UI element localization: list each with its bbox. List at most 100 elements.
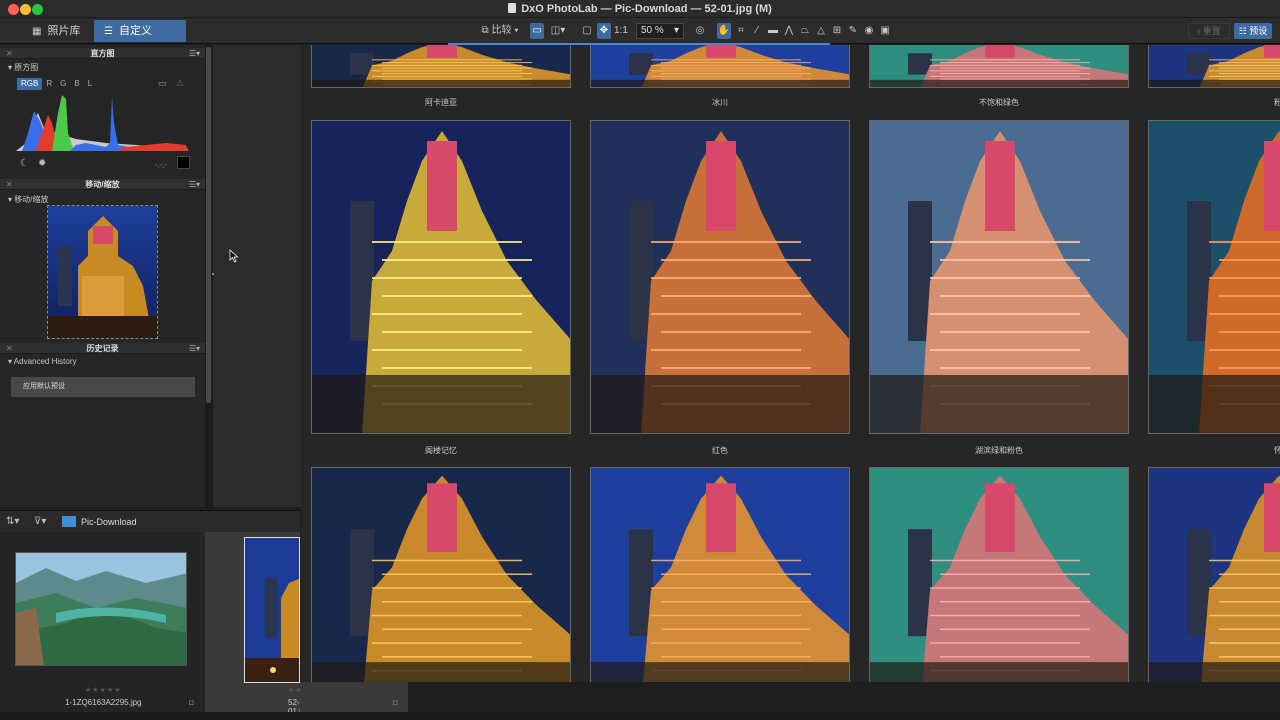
close-icon[interactable]: ✕: [6, 48, 13, 59]
panel-menu-icon[interactable]: ☰▾: [189, 179, 200, 190]
channel-g[interactable]: G: [56, 78, 70, 90]
horizon-tool-button[interactable]: ▬: [766, 23, 780, 39]
ratio-one-to-one-button[interactable]: 1:1: [613, 23, 629, 39]
histogram-chart: [16, 95, 188, 151]
preview-toggle-button[interactable]: ◉: [862, 23, 876, 39]
picker-tool-button[interactable]: ⁄: [750, 23, 764, 39]
scrollbar-thumb[interactable]: [206, 47, 211, 403]
camera-icon: ◘: [393, 698, 398, 707]
preset-thumbnail[interactable]: [1148, 45, 1280, 88]
preset-label: 阁楼记忆: [425, 446, 457, 455]
preset-thumbnail[interactable]: [869, 120, 1129, 434]
local-adjust-button[interactable]: ⊞: [830, 23, 844, 39]
preset-label: 湖滨绿和粉色: [975, 446, 1023, 455]
preset-preview-image: [1149, 45, 1280, 87]
mask-toggle-button[interactable]: ▣: [878, 23, 892, 39]
preset-thumbnail[interactable]: [1148, 467, 1280, 682]
distortion-tool-button[interactable]: ⏢: [798, 23, 812, 39]
filter-icon[interactable]: ⊽▾: [34, 516, 46, 527]
preset-thumbnail[interactable]: [590, 45, 850, 88]
preset-grid: 阿卡迪亚 冰川 不饱和绿色 粉阁楼记忆 红色 湖滨绿和粉色 怀: [301, 45, 1280, 682]
color-swatch: [177, 156, 190, 169]
eye-icon: ◉: [864, 25, 874, 36]
reset-label: 重置: [1202, 26, 1221, 36]
zoom-value: 50 %: [641, 25, 664, 36]
hand-tool-button[interactable]: ✋: [717, 23, 731, 39]
navigator-panel-title: 移动/缩放: [85, 180, 120, 189]
gamut-icon[interactable]: ⚠: [176, 78, 184, 89]
channel-b[interactable]: B: [70, 78, 83, 90]
document-icon: [508, 3, 517, 13]
brush-tool-button[interactable]: ✎: [846, 23, 860, 39]
close-icon[interactable]: ✕: [6, 343, 13, 354]
preset-preview-image: [591, 468, 849, 682]
preset-thumbnail[interactable]: [869, 467, 1129, 682]
preset-thumbnail[interactable]: [311, 120, 571, 434]
shadow-clip-icon[interactable]: ☾: [20, 158, 29, 169]
pixel-readout-icon: -,-,-: [155, 160, 168, 169]
preset-thumbnail[interactable]: [590, 120, 850, 434]
preset-thumbnail[interactable]: [869, 45, 1129, 88]
title-bar: DxO PhotoLab — Pic-Download — 52-01.jpg …: [0, 0, 1280, 18]
preset-button[interactable]: ☷ 预设: [1234, 23, 1272, 39]
single-view-button[interactable]: ▭: [530, 23, 544, 39]
preset-thumbnail[interactable]: [311, 45, 571, 88]
histogram-subtitle-text: 原方图: [14, 63, 39, 72]
preset-preview-image: [1149, 468, 1280, 682]
preset-thumbnail[interactable]: [311, 467, 571, 682]
fit-screen-icon: ▢: [582, 25, 592, 36]
preset-preview-image: [870, 45, 1128, 87]
navigator-image: [48, 206, 157, 338]
zoom-select[interactable]: 50 % ▾: [636, 23, 684, 39]
histogram-subtitle: ▾ 原方图: [8, 63, 39, 72]
tab-library[interactable]: ▦ 照片库: [22, 20, 94, 42]
folder-name[interactable]: Pic-Download: [81, 517, 137, 527]
filmstrip-toolbar: ⇅▾ ⊽▾ Pic-Download: [0, 510, 300, 532]
sliders-icon: ☰: [104, 26, 113, 37]
preset-preview-image: [312, 45, 570, 87]
preset-label: 粉: [1274, 98, 1280, 107]
split-view-button[interactable]: ◫▾: [546, 23, 570, 39]
perspective-icon: ⋀: [784, 25, 794, 36]
building-image: [245, 538, 299, 682]
move-tool-button[interactable]: ✥: [597, 23, 611, 39]
rating-stars[interactable]: ★★★★★: [85, 686, 121, 694]
trapezoid-icon: ⏢: [801, 25, 809, 36]
close-icon[interactable]: ✕: [6, 179, 13, 190]
channel-r[interactable]: R: [42, 78, 56, 90]
navigator-thumbnail[interactable]: [47, 205, 158, 339]
grid-icon: ▦: [32, 26, 42, 37]
crop-icon: ⌗: [738, 25, 744, 36]
preset-thumbnail[interactable]: [590, 467, 850, 682]
splitter-handle[interactable]: [212, 273, 214, 275]
preset-label: 红色: [712, 446, 728, 455]
preset-preview-image: [591, 45, 849, 87]
preset-preview-image: [870, 121, 1128, 433]
left-panel-scrollbar[interactable]: [205, 45, 213, 507]
grid-icon: ⊞: [832, 25, 842, 36]
window-title: DxO PhotoLab — Pic-Download — 52-01.jpg …: [521, 3, 772, 15]
history-item[interactable]: 应用默认预设: [11, 377, 195, 397]
navigator-panel-header: ✕ 移动/缩放 ☰▾: [0, 179, 205, 190]
highlight-clip-icon[interactable]: ✹: [38, 158, 46, 169]
shape-tool-button[interactable]: △: [814, 23, 828, 39]
crop-tool-button[interactable]: ⌗: [734, 23, 748, 39]
monitor-icon[interactable]: ▭: [158, 78, 167, 89]
fit-screen-button[interactable]: ▢: [580, 23, 594, 39]
history-panel-header: ✕ 历史记录 ☰▾: [0, 343, 205, 354]
preset-label: 预设: [1249, 26, 1268, 36]
tab-customize[interactable]: ☰ 自定义: [94, 20, 186, 42]
filmstrip-thumbnail-0[interactable]: [15, 552, 187, 666]
channel-rgb[interactable]: RGB: [17, 78, 43, 90]
sort-icon[interactable]: ⇅▾: [6, 516, 19, 527]
landscape-image: [16, 553, 186, 665]
perspective-tool-button[interactable]: ⋀: [782, 23, 796, 39]
channel-l[interactable]: L: [84, 78, 96, 90]
repair-tool-button[interactable]: ◎: [693, 23, 707, 39]
compare-button[interactable]: ⧉ 比较 ▾: [478, 23, 522, 39]
filmstrip-thumbnail-1[interactable]: [244, 537, 300, 683]
panel-menu-icon[interactable]: ☰▾: [189, 48, 200, 59]
reset-button[interactable]: ‹ 重置: [1188, 23, 1230, 39]
preset-thumbnail[interactable]: [1148, 120, 1280, 434]
panel-menu-icon[interactable]: ☰▾: [189, 343, 200, 354]
